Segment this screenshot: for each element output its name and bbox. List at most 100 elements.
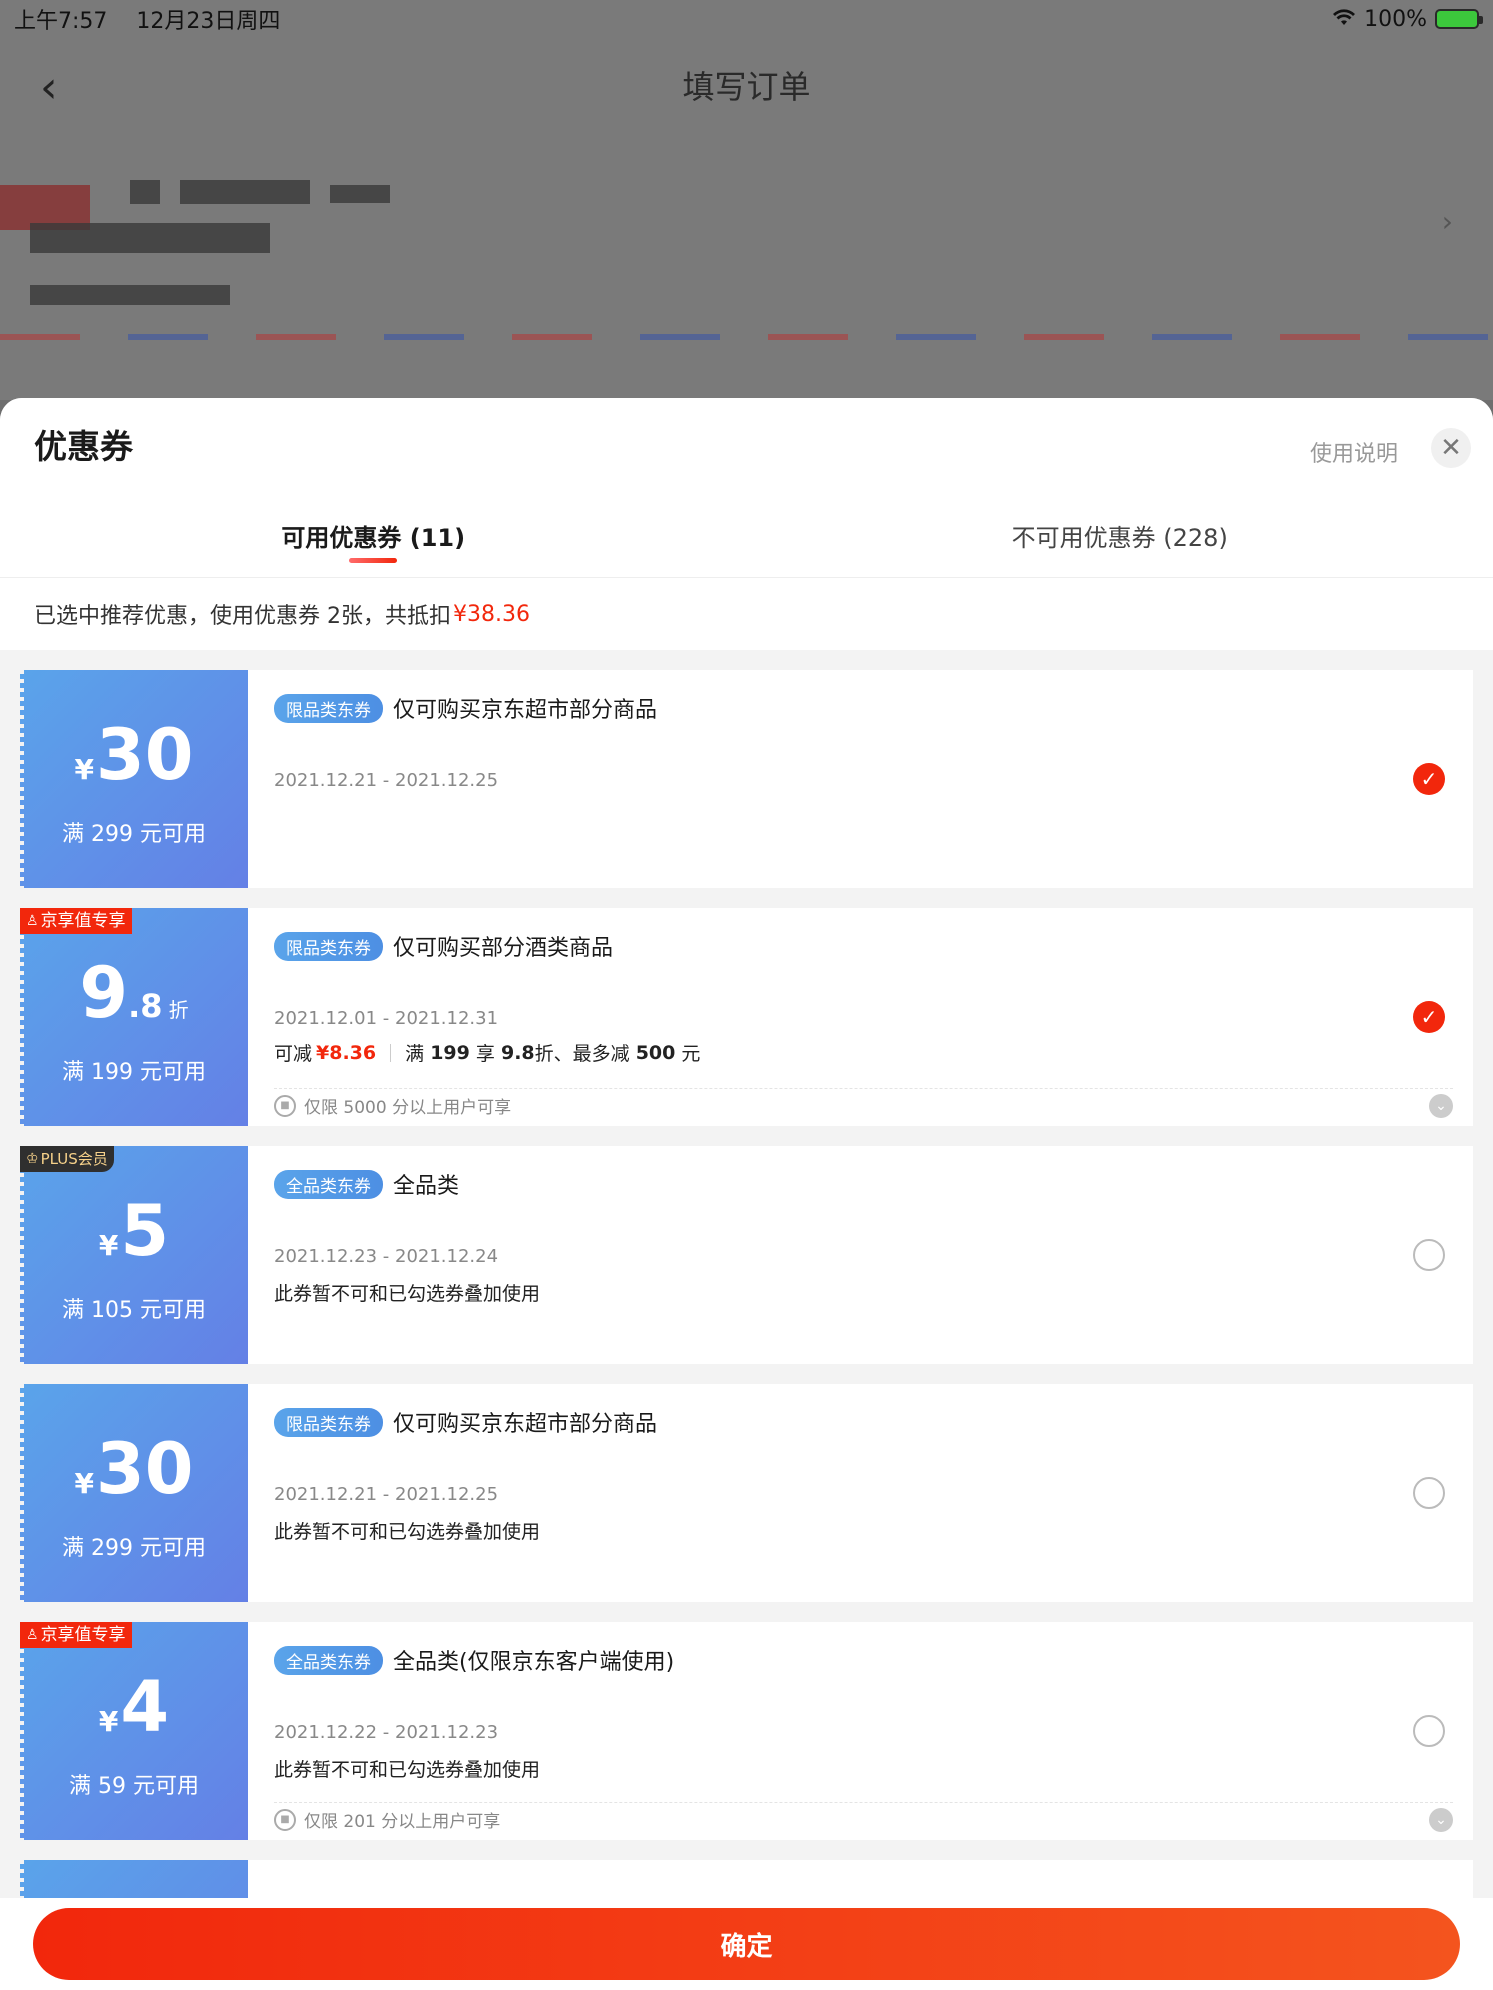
coupon-card[interactable]: ♙ 京享值专享 ¥ 4 满 59 元可用 全品类东券 全品类(仅限京东客户端使用… xyxy=(20,1622,1473,1840)
coupon-tabs: 可用优惠券 (11) 不可用优惠券 (228) xyxy=(0,488,1493,578)
coupon-value-panel: ♙ 京享值专享 9 .8 折 满 199 元可用 xyxy=(20,908,248,1126)
coupon-checkbox-checked[interactable]: ✓ xyxy=(1413,1001,1445,1033)
status-time: 上午7:57 xyxy=(14,9,108,34)
coupon-amount: 30 xyxy=(96,714,194,796)
ribbon-label: 京享值专享 xyxy=(40,911,126,931)
coupon-checkbox-unchecked[interactable] xyxy=(1413,1477,1445,1509)
coupon-validity: 2021.12.01 - 2021.12.31 xyxy=(274,1008,499,1029)
deduct-amount: ¥8.36 xyxy=(316,1041,377,1064)
restriction-info: ■ 仅限 5000 分以上用户可享 xyxy=(274,1093,511,1118)
usage-help-link[interactable]: 使用说明 xyxy=(1310,436,1398,468)
coupon-name: 仅可购买京东超市部分商品 xyxy=(393,1412,658,1437)
summary-text: 已选中推荐优惠，使用优惠券 2张，共抵扣 xyxy=(34,604,451,629)
currency-symbol: ¥ xyxy=(98,1705,119,1738)
rule-rate: 9.8 xyxy=(500,1041,535,1064)
ribbon-label: 京享值专享 xyxy=(40,1625,126,1645)
deduct-label: 可减 xyxy=(274,1043,313,1065)
coupon-note: 此券暂不可和已勾选券叠加使用 xyxy=(274,1759,541,1781)
close-icon[interactable]: ✕ xyxy=(1431,428,1471,468)
plus-member-ribbon: ♔ PLUS会员 xyxy=(20,1146,114,1172)
coupon-checkbox-unchecked[interactable] xyxy=(1413,1239,1445,1271)
restriction-text: 仅限 201 分以上用户可享 xyxy=(304,1812,501,1832)
status-bar: 上午7:57 12月23日周四 100% xyxy=(0,0,1493,38)
coupon-card[interactable]: ♙ 京享值专享 9 .8 折 满 199 元可用 限品类东券 仅可购买部分酒类商… xyxy=(20,908,1473,1126)
summary-amount: ¥38.36 xyxy=(453,601,530,627)
coupon-details: 全品类东券 全品类 2021.12.23 - 2021.12.24 此券暂不可和… xyxy=(248,1146,1473,1364)
coupon-threshold: 满 299 元可用 xyxy=(62,1536,206,1561)
coupon-note: 此券暂不可和已勾选券叠加使用 xyxy=(274,1521,541,1543)
status-date: 12月23日周四 xyxy=(136,9,281,34)
confirm-button[interactable]: 确定 xyxy=(33,1908,1460,1980)
coupon-card[interactable]: ¥ 30 满 299 元可用 限品类东券 仅可购买京东超市部分商品 2021.1… xyxy=(20,1384,1473,1602)
coupon-validity: 2021.12.21 - 2021.12.25 xyxy=(274,770,499,791)
divider xyxy=(390,1043,392,1062)
battery-icon xyxy=(1435,9,1483,29)
chevron-down-icon[interactable]: ⌄ xyxy=(1429,1093,1453,1118)
sheet-footer: 确定 xyxy=(0,1898,1493,1990)
rule-max: 500 xyxy=(635,1041,676,1064)
tab-unavailable[interactable]: 不可用优惠券 (228) xyxy=(747,488,1493,577)
coupon-value-panel: ♔ PLUS会员 ¥ 5 满 105 元可用 xyxy=(20,1146,248,1364)
currency-symbol: ¥ xyxy=(98,1229,119,1262)
back-icon[interactable]: ‹ xyxy=(40,62,58,113)
coupon-type-tag: 限品类东券 xyxy=(274,693,383,723)
restriction-text: 仅限 5000 分以上用户可享 xyxy=(304,1098,512,1118)
coupon-checkbox-checked[interactable]: ✓ xyxy=(1413,763,1445,795)
redacted-block xyxy=(30,285,230,305)
address-envelope-strip xyxy=(0,334,1493,340)
restriction-info: ■ 仅限 201 分以上用户可享 xyxy=(274,1807,500,1832)
coupon-type-tag: 全品类东券 xyxy=(274,1645,383,1675)
ribbon-label: PLUS会员 xyxy=(40,1150,108,1168)
nav-bar: ‹ 填写订单 xyxy=(0,40,1493,130)
rule-mid: 享 xyxy=(475,1043,495,1065)
coupon-name: 全品类(仅限京东客户端使用) xyxy=(393,1650,675,1675)
coupon-type-tag: 全品类东券 xyxy=(274,1169,383,1199)
discount-decimal: .8 xyxy=(128,987,163,1025)
coupon-checkbox-unchecked[interactable] xyxy=(1413,1715,1445,1747)
coupon-restriction[interactable]: ■ 仅限 201 分以上用户可享 ⌄ xyxy=(274,1802,1453,1832)
tab-available[interactable]: 可用优惠券 (11) xyxy=(0,488,747,577)
jingxiang-ribbon: ♙ 京享值专享 xyxy=(20,908,132,934)
address-block[interactable]: › xyxy=(0,165,1493,335)
coupon-value: ¥ 30 xyxy=(75,720,194,790)
nav-title: 填写订单 xyxy=(682,68,811,106)
coupon-details: 限品类东券 仅可购买京东超市部分商品 2021.12.21 - 2021.12.… xyxy=(248,1384,1473,1602)
status-left: 上午7:57 12月23日周四 xyxy=(14,3,302,35)
coupon-threshold: 满 59 元可用 xyxy=(69,1774,199,1799)
wifi-icon xyxy=(1332,7,1356,32)
chevron-right-icon: › xyxy=(1441,205,1453,238)
currency-symbol: ¥ xyxy=(74,1467,95,1500)
medal-icon: ♙ xyxy=(26,1627,39,1643)
coupon-title-row: 全品类东券 全品类(仅限京东客户端使用) xyxy=(274,1644,1473,1676)
coupon-amount: 30 xyxy=(96,1428,194,1510)
rule-suffix: 元 xyxy=(681,1043,701,1065)
coupon-value: ¥ 30 xyxy=(75,1434,194,1504)
coupon-threshold: 满 299 元可用 xyxy=(62,822,206,847)
coupon-details: 限品类东券 仅可购买京东超市部分商品 2021.12.21 - 2021.12.… xyxy=(248,670,1473,888)
coupon-type-tag: 限品类东券 xyxy=(274,1407,383,1437)
redacted-block xyxy=(130,180,160,204)
battery-percent: 100% xyxy=(1364,6,1427,32)
rule-mid2: 折、最多减 xyxy=(534,1043,630,1065)
coupon-threshold: 满 105 元可用 xyxy=(62,1298,206,1323)
rule-min: 199 xyxy=(430,1041,470,1064)
coupon-restriction[interactable]: ■ 仅限 5000 分以上用户可享 ⌄ xyxy=(274,1088,1453,1118)
redacted-block xyxy=(30,223,270,253)
score-icon: ■ xyxy=(274,1094,296,1117)
coupon-title-row: 全品类东券 全品类 xyxy=(274,1168,1473,1200)
selection-summary: 已选中推荐优惠，使用优惠券 2张，共抵扣 ¥38.36 xyxy=(0,578,1493,650)
coupon-card[interactable]: ¥ 30 满 299 元可用 限品类东券 仅可购买京东超市部分商品 2021.1… xyxy=(20,670,1473,888)
coupon-card[interactable]: ♔ PLUS会员 ¥ 5 满 105 元可用 全品类东券 全品类 2021.12… xyxy=(20,1146,1473,1364)
coupon-name: 仅可购买部分酒类商品 xyxy=(393,936,614,961)
coupon-value: ¥ 4 xyxy=(99,1672,169,1742)
coupon-validity: 2021.12.21 - 2021.12.25 xyxy=(274,1484,499,1505)
crown-icon: ♔ xyxy=(26,1151,39,1167)
redacted-block xyxy=(180,180,310,204)
coupon-validity: 2021.12.22 - 2021.12.23 xyxy=(274,1722,499,1743)
chevron-down-icon[interactable]: ⌄ xyxy=(1429,1807,1453,1832)
coupon-sheet: 优惠券 使用说明 ✕ 可用优惠券 (11) 不可用优惠券 (228) 已选中推荐… xyxy=(0,398,1493,1990)
coupon-title-row: 限品类东券 仅可购买京东超市部分商品 xyxy=(274,692,1473,724)
status-right: 100% xyxy=(1332,6,1483,32)
medal-icon: ♙ xyxy=(26,913,39,929)
coupon-value: ¥ 5 xyxy=(99,1196,169,1266)
